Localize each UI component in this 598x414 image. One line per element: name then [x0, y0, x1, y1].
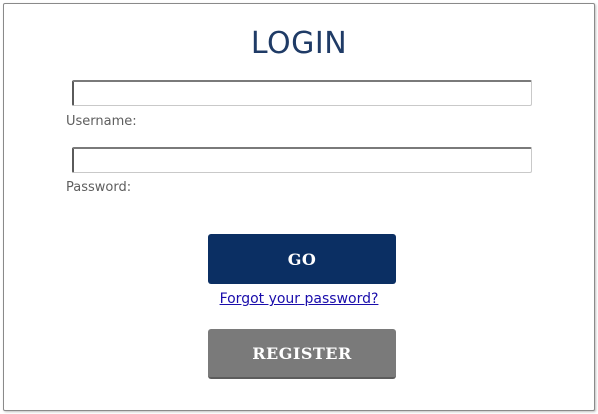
forgot-password-link[interactable]: Forgot your password?	[220, 291, 379, 307]
forgot-password-row: Forgot your password?	[4, 291, 594, 307]
login-panel: LOGIN Username: Password: GO Forgot your…	[3, 3, 595, 411]
password-input[interactable]	[72, 147, 532, 173]
page-title: LOGIN	[250, 26, 348, 61]
go-button[interactable]: GO	[208, 234, 396, 284]
password-label: Password:	[66, 180, 132, 195]
register-button[interactable]: REGISTER	[208, 329, 396, 379]
username-label: Username:	[66, 114, 137, 129]
username-input[interactable]	[72, 80, 532, 106]
